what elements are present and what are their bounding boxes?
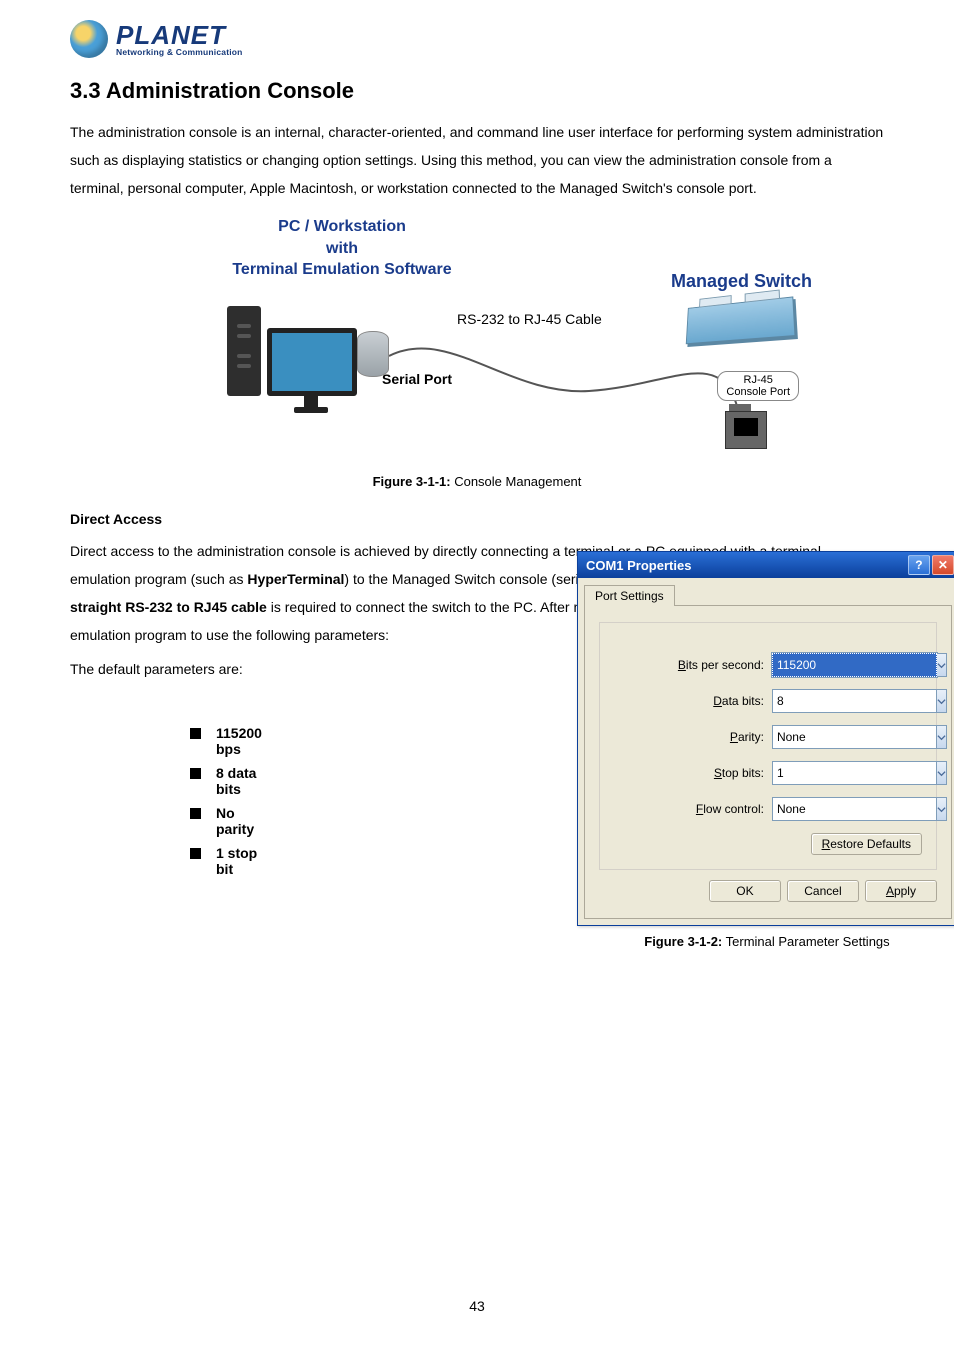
close-button[interactable]: ✕ — [932, 555, 954, 575]
restore-defaults-button[interactable]: Restore Defaults — [811, 833, 922, 855]
flowcontrol-label: Flow control: — [654, 802, 764, 816]
dialog-title: COM1 Properties — [586, 558, 691, 573]
section-heading: 3.3 Administration Console — [70, 78, 884, 104]
help-button[interactable]: ? — [908, 555, 930, 575]
diagram-port-label: RJ-45Console Port — [717, 371, 799, 401]
com1-properties-dialog: COM1 Properties ? ✕ Port Settings Bits p… — [577, 551, 954, 926]
bps-combobox[interactable] — [772, 653, 937, 677]
chevron-down-icon[interactable] — [937, 653, 947, 677]
diagram-pc-label-3: Terminal Emulation Software — [232, 261, 451, 278]
list-item: 1 stop bit — [190, 845, 262, 877]
list-item: 115200 bps — [190, 725, 262, 757]
list-item: No parity — [190, 805, 262, 837]
cable-line-icon — [389, 336, 769, 426]
chevron-down-icon[interactable] — [937, 725, 947, 749]
stopbits-label: Stop bits: — [654, 766, 764, 780]
ok-button[interactable]: OK — [709, 880, 781, 902]
chevron-down-icon[interactable] — [937, 797, 947, 821]
databits-label: Data bits: — [654, 694, 764, 708]
figure-1-caption: Figure 3-1-1: Console Management — [137, 474, 817, 489]
parity-combobox[interactable] — [772, 725, 937, 749]
chevron-down-icon[interactable] — [937, 689, 947, 713]
direct-access-heading: Direct Access — [70, 511, 884, 527]
console-diagram: PC / Workstation with Terminal Emulation… — [137, 216, 817, 466]
diagram-cable-label: RS-232 to RJ-45 Cable — [457, 311, 602, 327]
diagram-pc-label-2: with — [326, 240, 358, 257]
figure-2-caption: Figure 3-1-2: Terminal Parameter Setting… — [577, 934, 954, 949]
logo-globe-icon — [70, 20, 108, 58]
flowcontrol-combobox[interactable] — [772, 797, 937, 821]
list-item: 8 data bits — [190, 765, 262, 797]
pc-workstation-icon — [227, 306, 357, 396]
logo-tagline: Networking & Communication — [116, 48, 243, 57]
diagram-switch-label: Managed Switch — [671, 271, 812, 292]
dialog-titlebar[interactable]: COM1 Properties ? ✕ — [578, 552, 954, 578]
cancel-button[interactable]: Cancel — [787, 880, 859, 902]
managed-switch-icon — [682, 301, 802, 349]
parity-label: Parity: — [654, 730, 764, 744]
parameter-list: 115200 bps 8 data bits No parity 1 stop … — [190, 717, 262, 885]
bps-label: Bits per second: — [654, 658, 764, 672]
brand-logo: PLANET Networking & Communication — [70, 20, 884, 58]
rj45-jack-icon — [725, 411, 767, 449]
stopbits-combobox[interactable] — [772, 761, 937, 785]
intro-paragraph: The administration console is an interna… — [70, 118, 884, 202]
diagram-pc-label-1: PC / Workstation — [278, 218, 406, 235]
chevron-down-icon[interactable] — [937, 761, 947, 785]
apply-button[interactable]: Apply — [865, 880, 937, 902]
tab-port-settings[interactable]: Port Settings — [584, 585, 675, 606]
page-number: 43 — [0, 1298, 954, 1314]
logo-name: PLANET — [116, 22, 243, 48]
databits-combobox[interactable] — [772, 689, 937, 713]
serial-port-icon — [357, 331, 389, 377]
